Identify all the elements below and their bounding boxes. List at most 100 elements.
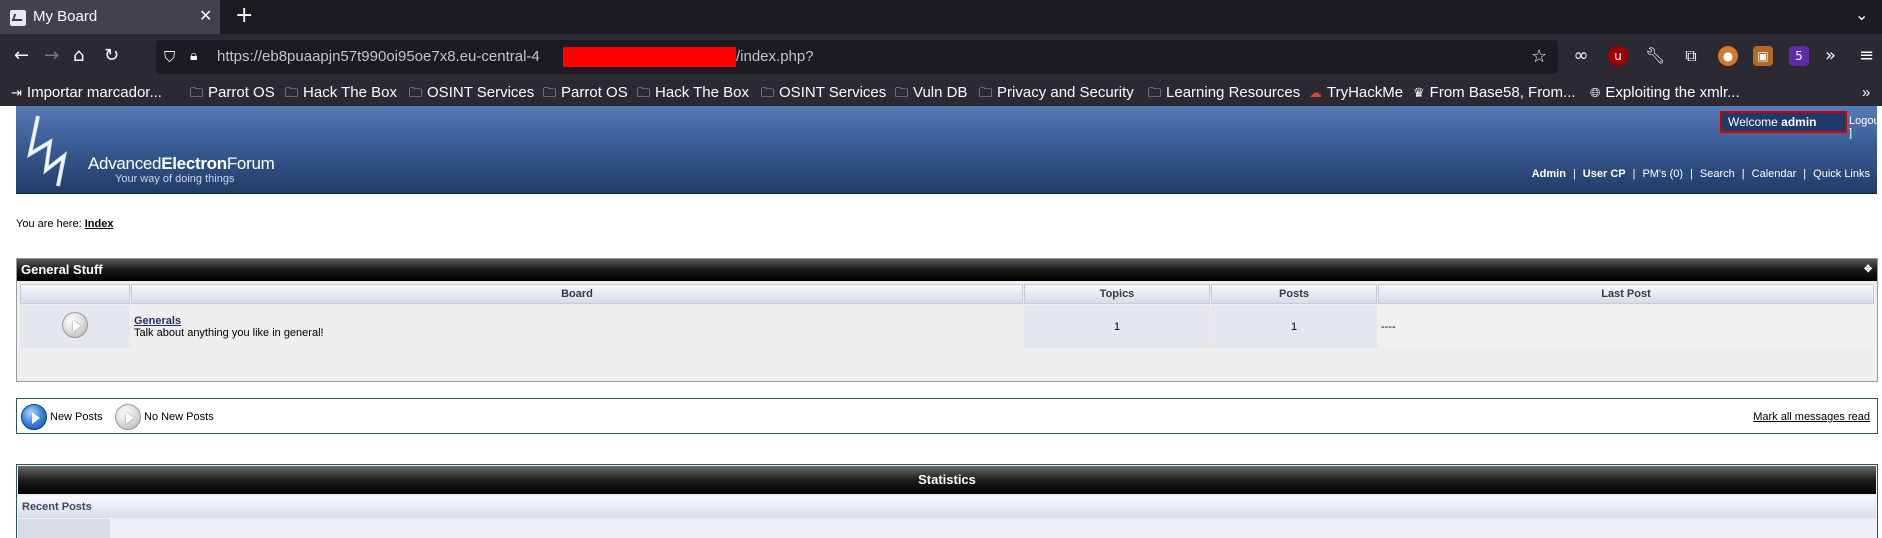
bookmarks-toolbar: ⇥ Importar marcador... 🗀 Parrot OS 🗀 Hack T… (0, 80, 1882, 106)
tab-my-board[interactable]: My Board ✕ (0, 0, 220, 34)
board-posts-count: 1 (1211, 305, 1377, 348)
bookmark-folder-osint-services-2[interactable]: 🗀 OSINT Services (761, 84, 886, 106)
folder-icon: 🗀 (543, 85, 557, 100)
purple-extension-icon[interactable]: 5 (1789, 46, 1809, 66)
posts-legend: New Posts No New Posts Mark all messages… (16, 398, 1878, 434)
no-new-posts-icon (115, 404, 141, 430)
folder-icon: 🗀 (409, 85, 423, 100)
board-last-post: ---- (1378, 305, 1874, 348)
category-title: General Stuff (21, 262, 103, 277)
breadcrumb: You are here: Index (16, 218, 114, 230)
admin-link[interactable]: Admin (1532, 168, 1566, 180)
breadcrumb-index-link[interactable]: Index (85, 218, 114, 230)
list-all-tabs-icon[interactable]: ⌄ (1855, 5, 1868, 24)
recent-posts-header: Recent Posts (18, 496, 1876, 518)
recent-posts-icon-cell (18, 519, 110, 538)
new-posts-icon (21, 404, 47, 430)
topics-column-header: Topics (1024, 284, 1210, 304)
calendar-link[interactable]: Calendar (1752, 168, 1797, 180)
more-tools-icon[interactable]: » (1825, 46, 1836, 66)
bookmark-folder-parrot-os[interactable]: 🗀 Parrot OS (190, 84, 275, 106)
category-header: General Stuff ✥ (17, 259, 1877, 281)
cookie-extension-icon[interactable]: ● (1718, 46, 1738, 66)
forum-header: AdvancedElectronForum Your way of doing … (16, 106, 1882, 194)
globe-icon: 🌐︎ (1590, 85, 1601, 100)
url-text-start: https://eb8puaapjn57t990oi95oe7x8.eu-cen… (217, 48, 540, 65)
new-tab-icon[interactable]: + (235, 3, 253, 28)
bookmark-folder-privacy-security[interactable]: 🗀 Privacy and Security (979, 84, 1134, 106)
home-icon[interactable]: ⌂ (73, 46, 84, 66)
board-topics-count: 1 (1024, 305, 1210, 348)
icon-column-header (20, 284, 130, 304)
pms-link[interactable]: PM's (0) (1642, 168, 1683, 180)
folder-icon: 🗀 (895, 85, 909, 100)
folder-icon: 🗀 (285, 85, 299, 100)
wrench-icon[interactable]: 🔧︎ (1645, 46, 1665, 66)
quick-links-link[interactable]: Quick Links (1813, 168, 1870, 180)
electron-logo-icon (27, 115, 68, 187)
bookmark-star-icon[interactable]: ☆ (1531, 46, 1547, 67)
folder-icon: 🗀 (637, 85, 651, 100)
folder-icon: 🗀 (979, 85, 993, 100)
private-mask-icon[interactable]: ∞ (1571, 46, 1591, 66)
forum-logo-text[interactable]: AdvancedElectronForum (88, 154, 275, 174)
welcome-message: Welcome admin (1720, 111, 1847, 133)
tab-strip: My Board ✕ + ⌄ (0, 0, 1882, 34)
import-icon: ⇥ (11, 85, 22, 100)
bookmark-import[interactable]: ⇥ Importar marcador... (11, 84, 162, 101)
bookmark-xmlrpc[interactable]: 🌐︎ Exploiting the xmlr... (1590, 84, 1740, 101)
user-cp-link[interactable]: User CP (1583, 168, 1626, 180)
legend-new-posts: New Posts (21, 404, 103, 430)
lock-icon[interactable]: 🔒︎ (190, 48, 197, 64)
extensions-icon[interactable]: ⧉ (1681, 46, 1701, 66)
navigation-toolbar: ← → ⌂ ↻ ⛉ 🔒︎ https://eb8puaapjn57t990oi9… (0, 34, 1882, 80)
back-icon[interactable]: ← (14, 46, 29, 66)
bookmark-tryhackme[interactable]: ☁ TryHackMe (1309, 84, 1403, 101)
url-text-end: /index.php? (736, 48, 814, 65)
legend-no-new-posts: No New Posts (115, 404, 214, 430)
board-link-generals[interactable]: Generals (134, 315, 181, 327)
bookmark-folder-hack-the-box[interactable]: 🗀 Hack The Box (285, 84, 397, 106)
bookmark-folder-hack-the-box-2[interactable]: 🗀 Hack The Box (637, 84, 749, 106)
box-extension-icon[interactable]: ▣ (1753, 46, 1773, 66)
table-row: Generals Talk about anything you like in… (20, 305, 1874, 348)
url-redaction (563, 47, 736, 67)
forward-icon[interactable]: → (44, 46, 59, 66)
cyberchef-icon: ♛ (1413, 85, 1425, 100)
collapse-toggle-icon[interactable]: ✥ (1864, 264, 1875, 275)
tracking-protection-icon[interactable]: ⛉ (164, 48, 175, 66)
favicon-icon (10, 10, 26, 26)
mark-all-read-link[interactable]: Mark all messages read (1753, 411, 1870, 423)
address-bar[interactable]: ⛉ 🔒︎ https://eb8puaapjn57t990oi95oe7x8.e… (156, 40, 1558, 74)
posts-column-header: Posts (1211, 284, 1377, 304)
forum-tagline: Your way of doing things (115, 173, 235, 185)
board-table-header: Board Topics Posts Last Post (20, 284, 1874, 304)
bookmark-cyberchef[interactable]: ♛ From Base58, From... (1413, 84, 1576, 101)
no-new-posts-icon (62, 312, 88, 338)
tab-title: My Board (33, 8, 98, 25)
bookmark-folder-osint-services[interactable]: 🗀 OSINT Services (409, 84, 534, 106)
board-column-header: Board (131, 284, 1023, 304)
folder-icon: 🗀 (190, 85, 204, 100)
folder-icon: 🗀 (1148, 85, 1162, 100)
search-link[interactable]: Search (1700, 168, 1735, 180)
reload-icon[interactable]: ↻ (104, 46, 119, 66)
statistics-box: Statistics Recent Posts (16, 464, 1878, 538)
bookmark-folder-parrot-os-2[interactable]: 🗀 Parrot OS (543, 84, 628, 106)
ublock-icon[interactable]: u (1608, 46, 1628, 66)
bookmark-folder-learning-resources[interactable]: 🗀 Learning Resources (1148, 84, 1300, 106)
close-tab-icon[interactable]: ✕ (199, 6, 212, 25)
more-bookmarks-icon[interactable]: » (1862, 84, 1870, 101)
logout-link[interactable]: Logout ] (1849, 115, 1882, 139)
last-post-column-header: Last Post (1378, 284, 1874, 304)
tryhackme-icon: ☁ (1309, 85, 1322, 100)
folder-icon: 🗀 (761, 85, 775, 100)
header-nav-links: Admin | User CP | PM's (0) | Search | Calendar | Q… (1531, 168, 1870, 180)
category-box: General Stuff ✥ Board Topics Posts Last … (16, 258, 1878, 382)
board-info-cell: Generals Talk about anything you like in… (131, 305, 1023, 348)
page-content: AdvancedElectronForum Your way of doing … (0, 106, 1882, 538)
bookmark-folder-vuln-db[interactable]: 🗀 Vuln DB (895, 84, 968, 106)
board-status-cell (20, 305, 130, 348)
statistics-header: Statistics (18, 466, 1876, 494)
menu-icon[interactable]: ≡ (1859, 46, 1874, 66)
